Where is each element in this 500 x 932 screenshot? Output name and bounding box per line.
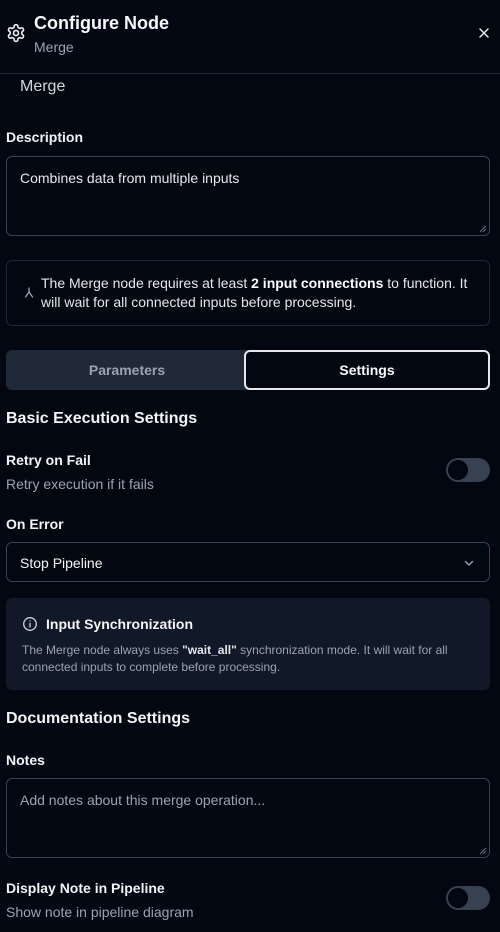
input-sync-description: The Merge node always uses "wait_all" sy… bbox=[22, 643, 448, 674]
tab-parameters[interactable]: Parameters bbox=[6, 350, 248, 390]
configure-node-panel: Configure Node Merge Merge Description C… bbox=[0, 0, 500, 932]
panel-title: Configure Node bbox=[34, 13, 169, 33]
close-icon[interactable] bbox=[476, 25, 492, 41]
retry-label: Retry on Fail bbox=[6, 452, 91, 468]
display-note-toggle[interactable] bbox=[446, 886, 490, 910]
config-tabs: Parameters Settings bbox=[6, 350, 490, 390]
notes-label: Notes bbox=[6, 752, 45, 768]
input-sync-title: Input Synchronization bbox=[46, 616, 193, 632]
resize-handle-icon[interactable] bbox=[479, 225, 487, 233]
description-value: Combines data from multiple inputs bbox=[20, 170, 240, 186]
panel-header: Configure Node Merge bbox=[0, 0, 500, 74]
on-error-label: On Error bbox=[6, 516, 64, 532]
display-note-label: Display Note in Pipeline bbox=[6, 880, 165, 896]
gear-icon bbox=[7, 23, 25, 43]
display-note-description: Show note in pipeline diagram bbox=[6, 904, 194, 920]
panel-content: Merge Description Combines data from mul… bbox=[0, 74, 500, 932]
merge-requirement-text: The Merge node requires at least 2 input… bbox=[41, 275, 468, 310]
tab-settings[interactable]: Settings bbox=[244, 350, 490, 390]
panel-subtitle: Merge bbox=[34, 39, 74, 55]
node-name-value[interactable]: Merge bbox=[20, 78, 65, 96]
merge-icon bbox=[24, 287, 34, 298]
resize-handle-icon[interactable] bbox=[479, 847, 487, 855]
notes-placeholder: Add notes about this merge operation... bbox=[20, 792, 266, 808]
merge-requirement-notice: The Merge node requires at least 2 input… bbox=[6, 260, 490, 326]
retry-toggle[interactable] bbox=[446, 458, 490, 482]
notes-field[interactable]: Add notes about this merge operation... bbox=[6, 778, 490, 858]
description-field[interactable]: Combines data from multiple inputs bbox=[6, 156, 490, 236]
retry-description: Retry execution if it fails bbox=[6, 476, 154, 492]
on-error-value: Stop Pipeline bbox=[20, 555, 103, 571]
toggle-knob bbox=[448, 460, 468, 480]
toggle-knob bbox=[448, 888, 468, 908]
chevron-down-icon bbox=[464, 560, 474, 566]
on-error-select[interactable]: Stop Pipeline bbox=[6, 542, 490, 582]
basic-execution-title: Basic Execution Settings bbox=[6, 410, 198, 427]
description-label: Description bbox=[6, 129, 84, 145]
input-sync-notice: Input Synchronization The Merge node alw… bbox=[6, 598, 490, 690]
info-icon bbox=[23, 617, 37, 631]
documentation-title: Documentation Settings bbox=[6, 710, 191, 727]
